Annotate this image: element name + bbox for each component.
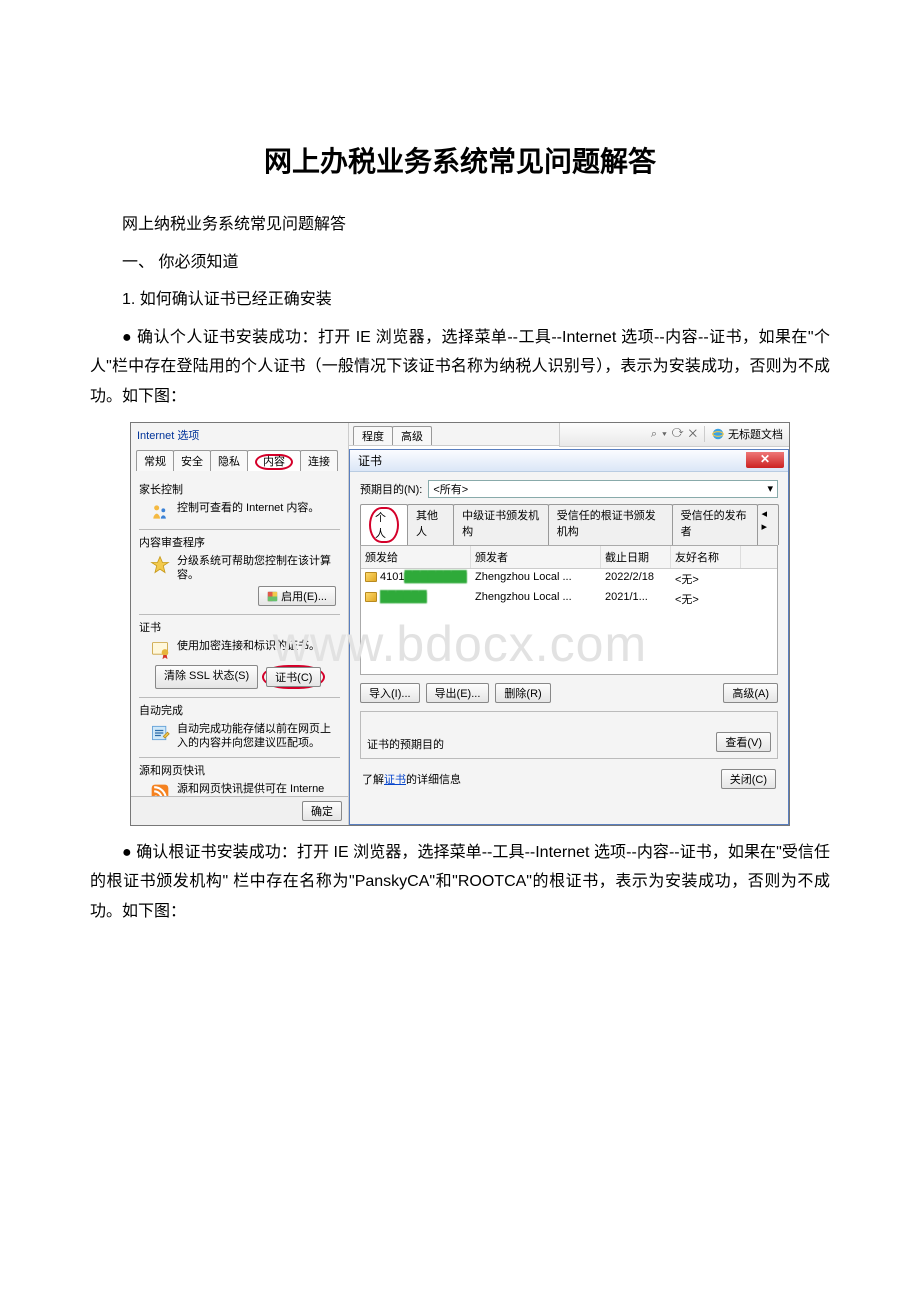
cert-tab-trusted-pub[interactable]: 受信任的发布者 xyxy=(672,504,758,545)
learn-more-link[interactable]: 证书 xyxy=(384,774,406,786)
tab-security[interactable]: 安全 xyxy=(173,450,211,471)
certificates-header: 证书 xyxy=(139,614,340,637)
table-row[interactable]: ██████ Zhengzhou Local ... 2021/1... <无> xyxy=(361,589,777,609)
browser-area: 程度 高级 ⌕ ▾ ⟳ ✕ 无标题文档 证书 ✕ 预期目 xyxy=(349,423,789,825)
purpose-select[interactable]: <所有> ▾ xyxy=(428,480,778,498)
address-bar-icons[interactable]: ⌕ ▾ ⟳ ✕ xyxy=(651,428,698,441)
parental-text: 控制可查看的 Internet 内容。 xyxy=(177,501,340,515)
tab-general[interactable]: 常规 xyxy=(136,450,174,471)
browser-tab[interactable]: 无标题文档 xyxy=(704,426,783,442)
cert-tab-scroll[interactable]: ◂ ▸ xyxy=(757,504,779,545)
tab-advanced[interactable]: 高级 xyxy=(392,426,432,445)
advisor-text: 分级系统可帮助您控制在该计算 容。 xyxy=(177,554,340,583)
bullet-2: ● 确认根证书安装成功：打开 IE 浏览器，选择菜单--工具--Internet… xyxy=(90,838,830,927)
clear-ssl-button[interactable]: 清除 SSL 状态(S) xyxy=(155,665,258,689)
cert-tabs: 个人 其他人 中级证书颁发机构 受信任的根证书颁发机构 受信任的发布者 ◂ ▸ xyxy=(360,504,778,545)
section-heading: 一、 你必须知道 xyxy=(90,248,830,278)
enable-button[interactable]: 启用(E)... xyxy=(258,586,336,606)
close-icon[interactable]: ✕ xyxy=(746,452,784,468)
cert-purpose-box: 证书的预期目的 查看(V) xyxy=(360,711,778,759)
purpose-label: 预期目的(N): xyxy=(360,481,422,497)
tab-programs[interactable]: 程度 xyxy=(353,426,393,445)
certificate-icon xyxy=(149,639,171,661)
chevron-down-icon: ▾ xyxy=(767,482,773,495)
certificate-row-icon xyxy=(365,592,377,602)
para-subtitle: 网上纳税业务系统常见问题解答 xyxy=(90,210,830,240)
cert-tab-personal[interactable]: 个人 xyxy=(360,504,408,545)
certificate-row-icon xyxy=(365,572,377,582)
internet-options-title: Internet 选项 xyxy=(131,423,348,447)
autocomplete-icon xyxy=(149,722,171,744)
export-button[interactable]: 导出(E)... xyxy=(426,683,490,703)
doc-body: 网上纳税业务系统常见问题解答 一、 你必须知道 1. 如何确认证书已经正确安装 … xyxy=(90,210,830,412)
bullet-1: ● 确认个人证书安装成功：打开 IE 浏览器，选择菜单--工具--Interne… xyxy=(90,323,830,412)
doc-body-2: ● 确认根证书安装成功：打开 IE 浏览器，选择菜单--工具--Internet… xyxy=(90,838,830,927)
tab-privacy[interactable]: 隐私 xyxy=(210,450,248,471)
cert-table-header: 颁发给 颁发者 截止日期 友好名称 xyxy=(361,546,777,569)
feeds-header: 源和网页快讯 xyxy=(139,757,340,780)
advanced-button[interactable]: 高级(A) xyxy=(723,683,778,703)
certificates-dialog-title: 证书 xyxy=(358,452,382,469)
doc-title: 网上办税业务系统常见问题解答 xyxy=(90,140,830,180)
view-button[interactable]: 查看(V) xyxy=(716,732,771,752)
cert-tab-other[interactable]: 其他人 xyxy=(407,504,454,545)
import-button[interactable]: 导入(I)... xyxy=(360,683,420,703)
tab-content[interactable]: 内容 xyxy=(247,450,301,471)
advisor-header: 内容审查程序 xyxy=(139,529,340,552)
internet-options-dialog: Internet 选项 常规 安全 隐私 内容 连接 家长控制 控制可查看的 I… xyxy=(131,423,349,825)
autocomplete-text: 自动完成功能存储以前在网页上 入的内容并向您建议匹配项。 xyxy=(177,722,340,751)
screenshot-1: Internet 选项 常规 安全 隐私 内容 连接 家长控制 控制可查看的 I… xyxy=(130,422,790,826)
cert-table: 颁发给 颁发者 截止日期 友好名称 4101████████ Zhengzhou… xyxy=(360,545,778,675)
autocomplete-header: 自动完成 xyxy=(139,697,340,720)
cert-tab-trusted-root[interactable]: 受信任的根证书颁发机构 xyxy=(548,504,673,545)
ok-button[interactable]: 确定 xyxy=(302,801,342,821)
learn-more: 了解证书的详细信息 xyxy=(362,771,461,787)
remove-button[interactable]: 删除(R) xyxy=(495,683,550,703)
tab-connections[interactable]: 连接 xyxy=(300,450,338,471)
table-row[interactable]: 4101████████ Zhengzhou Local ... 2022/2/… xyxy=(361,569,777,589)
certificates-text: 使用加密连接和标识的证书。 xyxy=(177,639,340,653)
cert-tab-intermediate[interactable]: 中级证书颁发机构 xyxy=(453,504,549,545)
close-button[interactable]: 关闭(C) xyxy=(721,769,776,789)
certificates-dialog: 证书 ✕ 预期目的(N): <所有> ▾ 个人 其他人 中级证书颁发机构 xyxy=(349,449,789,825)
parental-header: 家长控制 xyxy=(139,477,340,499)
item-heading: 1. 如何确认证书已经正确安装 xyxy=(90,285,830,315)
ie-icon xyxy=(711,427,725,441)
certificates-button[interactable]: 证书(C) xyxy=(266,667,321,687)
family-icon xyxy=(149,501,171,523)
rating-icon xyxy=(149,554,171,576)
internet-options-tabs: 常规 安全 隐私 内容 连接 xyxy=(131,447,348,471)
